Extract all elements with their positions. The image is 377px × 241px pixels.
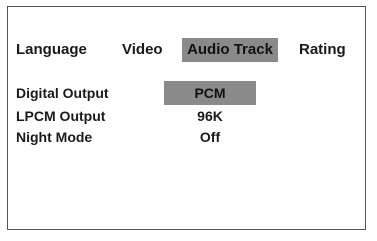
setting-row-digital-output[interactable]: Digital Output PCM: [8, 81, 365, 105]
setting-row-night-mode[interactable]: Night Mode Off: [8, 127, 365, 147]
setting-label: LPCM Output: [16, 108, 106, 124]
setting-label: Night Mode: [16, 129, 93, 145]
setting-value-selected[interactable]: PCM: [164, 81, 256, 105]
tab-video[interactable]: Video: [122, 38, 163, 62]
tab-language[interactable]: Language: [16, 38, 87, 62]
tab-bar: Language Video Audio Track Rating: [8, 7, 365, 87]
tab-rating[interactable]: Rating: [299, 38, 346, 62]
tab-audio-track[interactable]: Audio Track: [182, 38, 278, 62]
setting-value[interactable]: Off: [164, 127, 256, 147]
setting-value[interactable]: 96K: [164, 106, 256, 126]
setup-menu-panel: Language Video Audio Track Rating Digita…: [7, 6, 366, 230]
setting-label: Digital Output: [16, 85, 109, 101]
setting-row-lpcm-output[interactable]: LPCM Output 96K: [8, 106, 365, 126]
